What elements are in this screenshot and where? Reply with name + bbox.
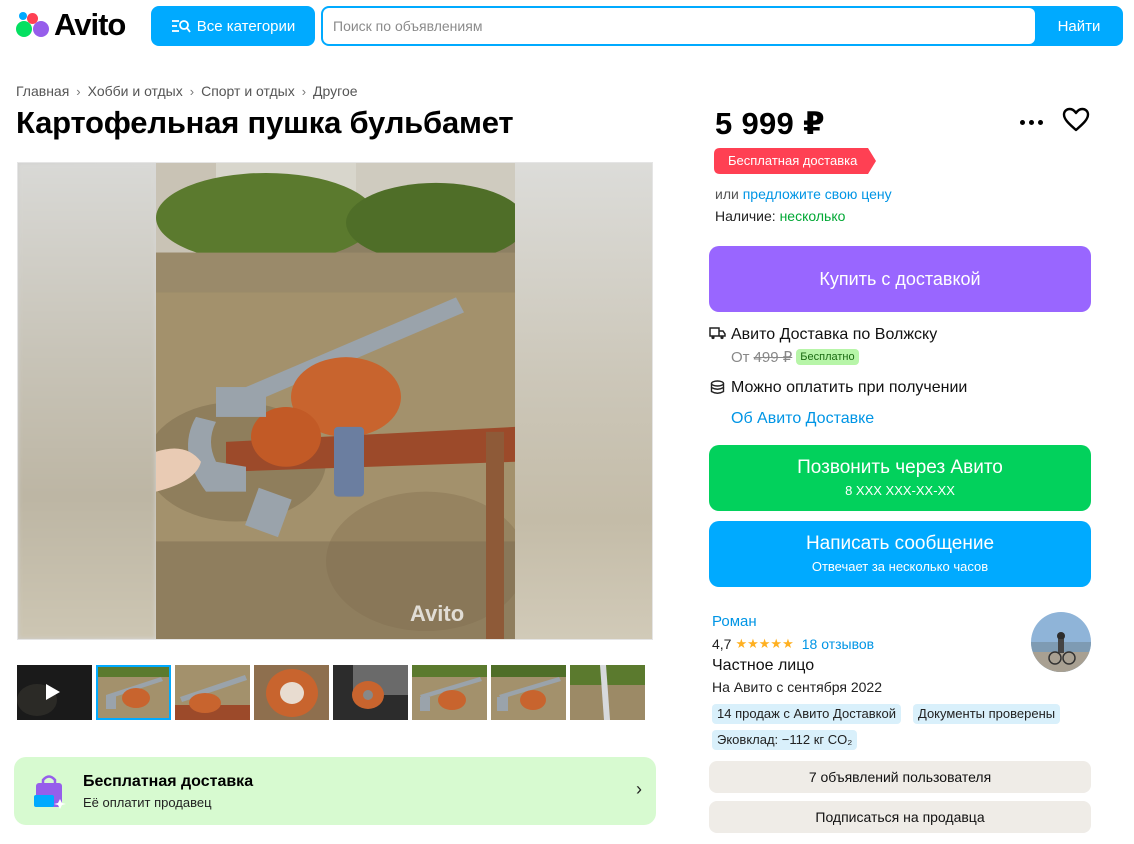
categories-search-icon: [171, 20, 191, 33]
favorite-heart-icon[interactable]: [1062, 106, 1090, 134]
buy-with-delivery-button[interactable]: Купить с доставкой: [709, 246, 1091, 312]
availability-label: Наличие:: [715, 208, 776, 224]
photo-blur-left: [18, 163, 156, 639]
search-bar: Найти: [321, 6, 1123, 46]
breadcrumb-home[interactable]: Главная: [16, 83, 69, 99]
seller-type: Частное лицо: [712, 657, 815, 674]
thumbnail-photo[interactable]: [333, 665, 408, 720]
breadcrumb-other[interactable]: Другое: [313, 83, 357, 99]
seller-since: На Авито с сентября 2022: [712, 679, 882, 695]
about-delivery-link[interactable]: Об Авито Доставке: [731, 410, 874, 428]
chip-sales: 14 продаж с Авито Доставкой: [712, 704, 901, 724]
free-delivery-banner[interactable]: Бесплатная доставка Её оплатит продавец …: [14, 757, 656, 825]
avito-logo[interactable]: Avito: [16, 7, 126, 42]
breadcrumb-hobby[interactable]: Хобби и отдых: [88, 83, 183, 99]
availability-value: несколько: [779, 208, 846, 224]
star-rating-icon: ★★★★★: [735, 636, 794, 651]
call-button-label: Позвонить через Авито: [797, 457, 1003, 478]
reviews-link[interactable]: 18 отзывов: [802, 636, 874, 652]
message-button-label: Написать сообщение: [805, 533, 995, 554]
all-categories-label: Все категории: [196, 17, 296, 35]
photo-blur-right: [514, 163, 652, 639]
coins-icon: [710, 380, 725, 394]
call-button-phone: 8 XXX XXX-XX-XX: [845, 483, 955, 498]
main-photo[interactable]: Avito: [17, 162, 653, 640]
breadcrumb-sport[interactable]: Спорт и отдых: [201, 83, 295, 99]
chip-documents: Документы проверены: [913, 704, 1061, 724]
breadcrumb-chevron-icon: ›: [189, 83, 195, 99]
chevron-right-icon: ›: [636, 779, 642, 799]
logo-text: Avito: [54, 7, 126, 42]
product-photo: [156, 163, 515, 639]
breadcrumb-chevron-icon: ›: [301, 83, 307, 99]
truck-icon: [709, 327, 726, 340]
message-button-sublabel: Отвечает за несколько часов: [811, 559, 989, 574]
search-input[interactable]: [323, 8, 1035, 44]
message-button[interactable]: Написать сообщение Отвечает за несколько…: [709, 521, 1091, 587]
all-categories-button[interactable]: Все категории: [151, 6, 315, 46]
delivery-title: Авито Доставка по Волжску: [731, 326, 938, 343]
thumbnail-photo[interactable]: [96, 665, 171, 720]
free-badge: Бесплатно: [796, 349, 859, 365]
breadcrumb: Главная › Хобби и отдых › Спорт и отдых …: [16, 83, 358, 99]
offer-prefix: или: [715, 186, 739, 202]
delivery-price: От 499 ₽ Бесплатно: [731, 348, 859, 366]
more-options-icon[interactable]: [1020, 112, 1046, 132]
thumbnail-video[interactable]: [17, 665, 92, 720]
page-title: Картофельная пушка бульбамет: [16, 105, 514, 140]
offer-price-line: или предложите свою цену: [715, 186, 892, 202]
offer-price-link[interactable]: предложите свою цену: [743, 186, 892, 202]
thumbnail-photo[interactable]: [412, 665, 487, 720]
chip-eco: Эковклад: −112 кг CO₂: [712, 730, 858, 750]
subscribe-seller-button[interactable]: Подписаться на продавца: [709, 801, 1091, 833]
free-delivery-title: Бесплатная доставка: [83, 773, 254, 790]
price: 5 999 ₽: [715, 106, 825, 141]
thumbnail-photo[interactable]: [570, 665, 645, 720]
photo-watermark: Avito: [410, 601, 465, 626]
seller-rating: 4,7 ★★★★★ 18 отзывов: [712, 636, 874, 652]
delivery-from: От: [731, 348, 750, 366]
free-delivery-tag: Бесплатная доставка: [714, 148, 876, 174]
breadcrumb-chevron-icon: ›: [76, 83, 81, 99]
pay-on-receipt: Можно оплатить при получении: [731, 379, 968, 396]
delivery-old-price: 499 ₽: [753, 349, 793, 366]
call-button[interactable]: Позвонить через Авито 8 XXX XXX-XX-XX: [709, 445, 1091, 511]
availability-line: Наличие: несколько: [715, 208, 845, 224]
free-delivery-subtitle: Её оплатит продавец: [83, 795, 212, 810]
free-delivery-tag-text: Бесплатная доставка: [728, 153, 858, 168]
rating-value: 4,7: [712, 636, 732, 652]
seller-name-link[interactable]: Роман: [712, 613, 757, 630]
thumbnail-strip: [17, 665, 645, 720]
seller-avatar[interactable]: [1031, 612, 1091, 672]
thumbnail-photo[interactable]: [491, 665, 566, 720]
search-button[interactable]: Найти: [1035, 6, 1123, 46]
user-listings-button[interactable]: 7 объявлений пользователя: [709, 761, 1091, 793]
thumbnail-photo[interactable]: [254, 665, 329, 720]
play-icon: [46, 684, 60, 700]
thumbnail-photo[interactable]: [175, 665, 250, 720]
logo-dots-icon: [16, 11, 50, 39]
shopping-bag-icon: [34, 775, 66, 809]
